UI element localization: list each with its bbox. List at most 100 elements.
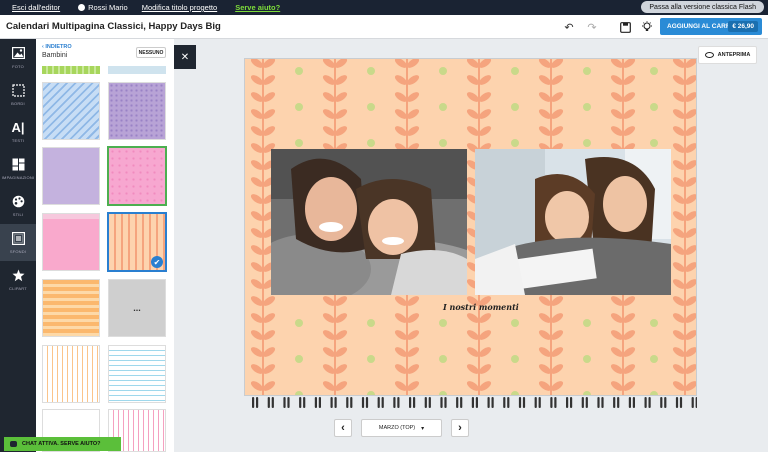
binding-ring	[267, 397, 274, 408]
binding-ring	[613, 397, 620, 408]
green-dot	[295, 67, 303, 75]
redo-icon[interactable]: ↷	[585, 20, 599, 34]
green-dot	[650, 139, 658, 147]
binding-ring	[377, 397, 384, 408]
calendar-page[interactable]: I nostri momenti	[244, 58, 697, 396]
green-dot	[367, 103, 375, 111]
back-label: INDIETRO	[45, 44, 72, 50]
green-dot	[295, 355, 303, 363]
clipart-icon	[12, 269, 25, 284]
binding-ring	[581, 397, 588, 408]
sidebar-item-label: TESTI	[11, 137, 25, 143]
flash-version-button[interactable]: Passa alla versione classica Flash	[641, 1, 764, 13]
green-dot	[439, 67, 447, 75]
close-icon: ✕	[180, 51, 190, 63]
user-account[interactable]: Rossi Mario	[78, 3, 128, 12]
caret-down-icon: ▾	[421, 425, 425, 432]
sidebar-item-label: IMPAGINAZIONI	[1, 174, 35, 180]
background-tile[interactable]	[42, 345, 100, 403]
layout-icon	[12, 158, 25, 173]
binding-ring	[440, 397, 447, 408]
green-dot	[367, 67, 375, 75]
green-dot	[650, 103, 658, 111]
undo-icon[interactable]: ↶	[562, 20, 576, 34]
back-link[interactable]: ‹ INDIETRO	[42, 44, 72, 50]
background-tile[interactable]	[42, 213, 100, 271]
sidebar-item-foto[interactable]: FOTO	[0, 39, 36, 76]
sidebar-item-label: CLIPART	[9, 285, 27, 291]
project-title: Calendari Multipagina Classici, Happy Da…	[6, 21, 221, 32]
background-tile[interactable]	[108, 82, 166, 140]
none-button[interactable]: NESSUNO	[136, 47, 166, 58]
green-dot	[511, 67, 519, 75]
binding-ring	[330, 397, 337, 408]
photo-frame-right[interactable]	[475, 149, 671, 295]
background-tile[interactable]	[108, 345, 166, 403]
binding-ring	[644, 397, 651, 408]
green-dot	[511, 103, 519, 111]
eye-icon	[704, 52, 714, 58]
binding-ring	[675, 397, 683, 408]
more-backgrounds-tile[interactable]: ...	[108, 279, 166, 337]
chat-widget[interactable]: CHAT ATTIVA. SERVE AIUTO?	[4, 437, 121, 451]
green-dot	[650, 67, 658, 75]
green-dot	[511, 319, 519, 327]
cart-price: € 26,90	[728, 21, 758, 32]
binding-ring	[518, 397, 526, 408]
save-icon[interactable]	[618, 20, 632, 34]
green-dot	[367, 319, 375, 327]
month-selector[interactable]: MARZO (TOP) ▾	[361, 419, 442, 437]
sidebar-item-testi[interactable]: A| TESTI	[0, 113, 36, 150]
sidebar-item-impaginazioni[interactable]: IMPAGINAZIONI	[0, 150, 36, 187]
binding-ring	[471, 397, 478, 408]
binding-ring	[299, 397, 306, 408]
sidebar-item-stili[interactable]: STILI	[0, 187, 36, 224]
previous-page-button[interactable]: ‹	[334, 419, 352, 437]
binding-ring	[487, 397, 494, 408]
close-panel-button[interactable]: ✕	[174, 45, 196, 69]
green-dot	[650, 319, 658, 327]
border-icon	[11, 83, 25, 99]
background-tile[interactable]	[108, 66, 166, 74]
add-to-cart-button[interactable]: AGGIUNGI AL CARRELLO € 26,90	[660, 18, 762, 35]
preview-button[interactable]: ANTEPRIMA	[698, 46, 757, 64]
green-dot	[295, 319, 303, 327]
sidebar-item-label: SFONDI	[9, 248, 27, 254]
sidebar-item-bordi[interactable]: BORDI	[0, 76, 36, 113]
background-tile[interactable]	[42, 82, 100, 140]
binding-ring	[456, 397, 463, 408]
rename-project-link[interactable]: Modifica titolo progetto	[142, 3, 217, 12]
lightbulb-icon[interactable]	[640, 20, 654, 34]
help-link[interactable]: Serve aiuto?	[235, 3, 280, 12]
exit-editor-link[interactable]: Esci dall'editor	[12, 3, 60, 12]
chevron-left-icon: ‹	[341, 422, 345, 434]
background-icon	[11, 231, 25, 247]
tool-sidebar: FOTO BORDI A| TESTI IMPAGINAZIONI STILI …	[0, 39, 36, 452]
panel-title: Bambini	[42, 52, 68, 59]
chevron-right-icon: ›	[458, 422, 462, 434]
binding-ring	[691, 397, 697, 408]
preview-label: ANTEPRIMA	[717, 52, 751, 58]
sidebar-item-sfondi[interactable]: SFONDI	[0, 224, 36, 261]
photo-frame-left[interactable]	[271, 149, 467, 295]
background-tile[interactable]	[42, 66, 100, 74]
chat-label: CHAT ATTIVA. SERVE AIUTO?	[22, 441, 101, 447]
background-tile-selected[interactable]	[107, 146, 167, 206]
chat-bubble-icon	[10, 441, 17, 447]
green-dot	[295, 139, 303, 147]
next-page-button[interactable]: ›	[451, 419, 469, 437]
image-icon	[11, 46, 25, 62]
green-dot	[583, 67, 591, 75]
backgrounds-panel: ‹ INDIETRO Bambini NESSUNO ✔ ...	[36, 39, 174, 452]
green-dot	[367, 139, 375, 147]
background-tile[interactable]	[42, 279, 100, 337]
more-label: ...	[133, 303, 141, 313]
background-tile[interactable]	[42, 147, 100, 205]
sidebar-item-label: BORDI	[11, 100, 25, 106]
binding-ring	[566, 397, 573, 408]
background-tile-applied[interactable]: ✔	[107, 212, 167, 272]
photo-caption[interactable]: I nostri momenti	[443, 302, 519, 312]
sidebar-item-clipart[interactable]: CLIPART	[0, 261, 36, 298]
green-dot	[511, 355, 519, 363]
green-dot	[511, 139, 519, 147]
